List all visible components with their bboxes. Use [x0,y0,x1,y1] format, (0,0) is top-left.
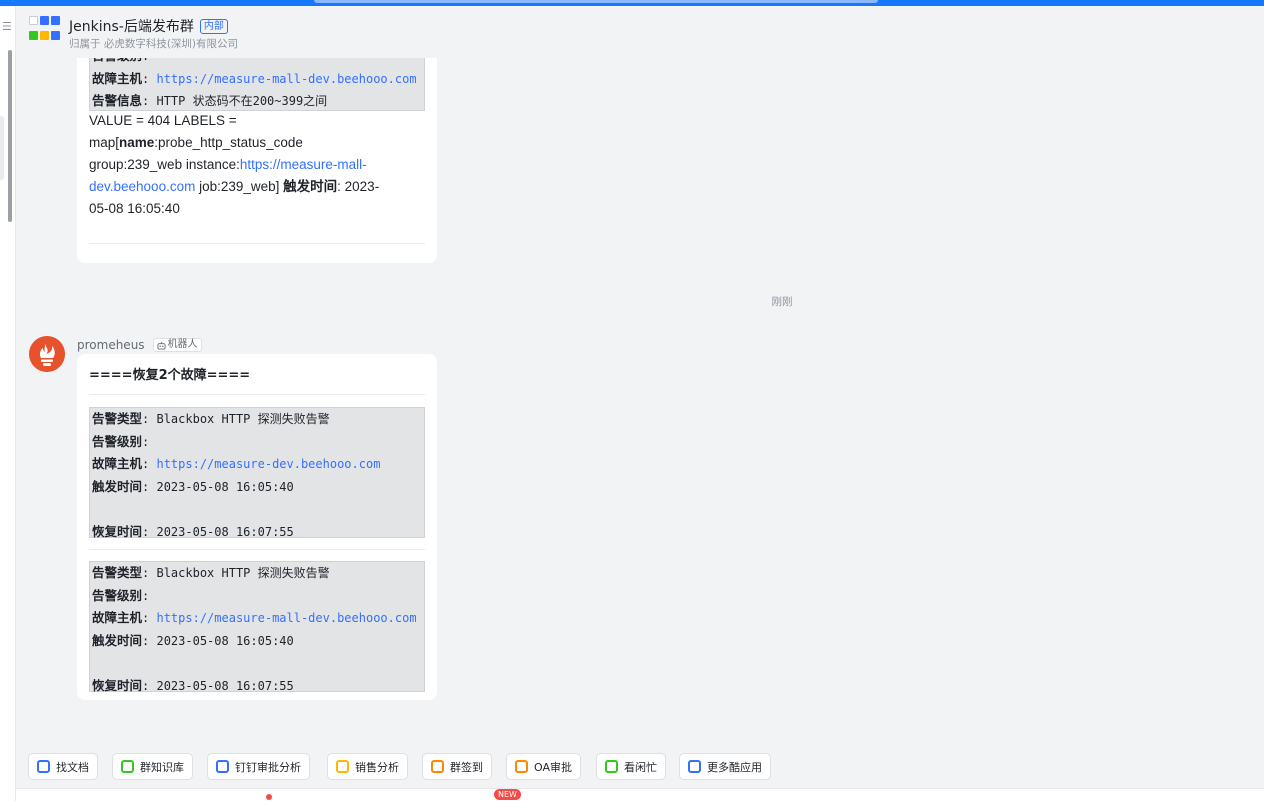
app-button-label: 更多酷应用 [707,760,762,774]
app-button-label: 钉钉审批分析 [235,760,301,774]
message-bubble-recovery[interactable]: ====恢复2个故障==== 告警类型: Blackbox HTTP 探测失败告… [77,354,437,700]
alert-field-label: 告警级别 [92,433,143,449]
host-link[interactable]: https://measure-mall-dev.beehooo.com [156,611,416,625]
recovery-title: ====恢复2个故障==== [89,368,251,383]
alert-line: 故障主机: https://measure-mall-dev.beehooo.c… [92,610,417,625]
notification-dot [266,794,272,800]
app-button-label: 群签到 [450,760,483,774]
instance-link[interactable]: https://measure-mall- [240,157,367,172]
alert-field-label: 告警信息 [92,93,143,108]
alert-field-value: 2023-05-08 16:05:40 [156,633,294,648]
alert-field-value: 2023-05-08 16:07:55 [156,524,294,539]
alert-field-label: 故障主机 [92,70,143,86]
cool-apps-bar: 找文档 群知识库 钉钉审批分析 销售分析 群签到 OA审批 看闲忙 更多酷应用 [16,748,1264,788]
sender-name[interactable]: promeheus [77,338,145,352]
app-button[interactable]: 群签到 [422,753,492,780]
scrollbar-thumb[interactable] [8,50,12,222]
alert-line: 触发时间: 2023-05-08 16:05:40 [92,632,294,648]
app-button[interactable]: 销售分析 [327,753,408,780]
bubble-divider [89,394,425,395]
alert-line [92,498,422,521]
alert-field-label: 告警级别 [92,587,143,603]
chat-messages[interactable]: 告警级别: 故障主机: https://measure-mall-dev.beeh… [16,58,1264,748]
alert-line: 告警级别: [92,587,150,603]
app-button-label: 销售分析 [355,760,399,774]
side-collapse-tab[interactable] [0,116,4,180]
menu-icon[interactable]: ☰ [2,21,12,32]
prometheus-flame-icon [29,336,65,372]
location-checkin-icon [431,760,444,773]
alert-line: 告警级别: [92,58,422,68]
alert-field-label: 恢复时间 [92,523,143,539]
app-button[interactable]: 钉钉审批分析 [207,753,310,780]
robot-icon [156,341,166,350]
message-bubble[interactable]: 告警级别: 故障主机: https://measure-mall-dev.beeh… [77,58,437,263]
alert-block-2: 告警类型: Blackbox HTTP 探测失败告警 告警级别: 故障主机: htt… [89,561,425,693]
alert-field-label: 故障主机 [92,610,143,625]
app-button[interactable]: 看闲忙 [596,753,666,780]
alert-field-label: 告警级别 [92,58,142,63]
bot-tag: 机器人 [152,338,202,352]
group-org-subtitle: 归属于 必虎数字科技(深圳)有限公司 [69,38,239,50]
app-button[interactable]: 群知识库 [112,753,193,780]
alert-line [92,652,422,675]
host-link[interactable]: https://measure-mall-dev.beehooo.com [156,72,416,86]
alert-field-label: 恢复时间 [92,677,143,693]
oa-approval-icon [515,760,528,773]
alert-field-label: 触发时间 [92,632,143,648]
sales-analysis-icon [336,760,349,773]
alert-field-value: 2023-05-08 16:05:40 [156,479,294,494]
bot-avatar[interactable] [29,336,65,372]
approval-analysis-icon [216,760,229,773]
chat-header: Jenkins-后端发布群 内部 归属于 必虎数字科技(深圳)有限公司 [16,6,1264,58]
alert-line: 告警级别: [92,433,150,449]
bubble-divider [89,243,425,244]
alert-field-value: HTTP 状态码不在200~399之间 [156,94,328,108]
more-apps-icon [688,760,701,773]
alert-field-value: Blackbox HTTP 探测失败告警 [156,412,330,426]
alert-field-label: 故障主机 [92,456,143,471]
app-button-label: 群知识库 [140,760,184,774]
internal-badge: 内部 [199,18,228,34]
alert-field-label: 告警类型 [92,411,143,426]
alert-line: 告警类型: Blackbox HTTP 探测失败告警 [92,565,330,580]
search-doc-icon [37,760,50,773]
alert-field-label: 告警类型 [92,565,143,580]
alert-line: 故障主机: https://measure-mall-dev.beehooo.c… [92,70,417,86]
time-separator: 刚刚 [771,296,793,308]
active-window-strip [314,0,878,3]
alert-field-value: 2023-05-08 16:07:55 [156,678,294,693]
app-button[interactable]: 更多酷应用 [679,753,771,780]
calendar-check-icon [605,760,618,773]
alert-block-1: 告警类型: Blackbox HTTP 探测失败告警 告警级别: 故障主机: htt… [89,407,425,539]
app-button[interactable]: 找文档 [28,753,98,780]
alert-line: 告警类型: Blackbox HTTP 探测失败告警 [92,411,330,426]
new-badge: NEW [494,789,521,800]
group-title[interactable]: Jenkins-后端发布群 [69,16,194,36]
alert-value-text: VALUE = 404 LABELS = map[name:probe_http… [89,113,380,216]
instance-link-cont[interactable]: dev.beehooo.com [89,179,195,194]
group-avatar[interactable] [29,16,61,44]
alert-line: 恢复时间: 2023-05-08 16:07:55 [92,523,294,539]
input-toolbar: NEW [16,788,1264,801]
host-link[interactable]: https://measure-dev.beehooo.com [156,457,380,471]
alert-block: 告警级别: 故障主机: https://measure-mall-dev.beeh… [89,58,425,111]
alert-field-label: 触发时间 [92,478,143,494]
knowledge-base-icon [121,760,134,773]
bubble-divider [89,549,425,550]
left-rail: ☰ [0,6,16,801]
app-button[interactable]: OA审批 [506,753,581,780]
alert-line: 故障主机: https://measure-dev.beehooo.com [92,456,381,471]
app-button-label: 找文档 [56,760,89,774]
app-button-label: OA审批 [534,760,572,774]
alert-field-value: Blackbox HTTP 探测失败告警 [156,566,330,580]
alert-line: 恢复时间: 2023-05-08 16:07:55 [92,677,294,693]
alert-line: 触发时间: 2023-05-08 16:05:40 [92,478,294,494]
app-button-label: 看闲忙 [624,760,657,774]
